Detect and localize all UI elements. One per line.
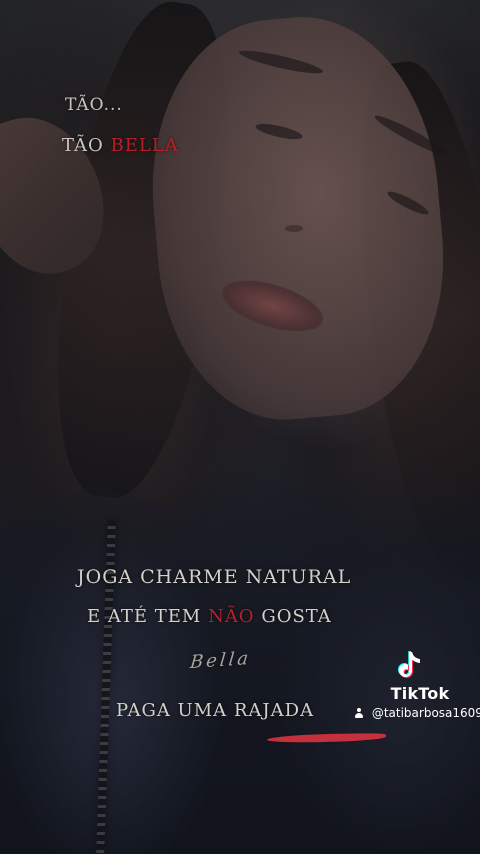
- top-caption-line-1: TÃO...: [65, 95, 123, 115]
- caption-line-2-accent: NÃO: [208, 606, 255, 627]
- story-text-layer: TÃO... TÃO BELLA JOGA CHARME NATURAL E A…: [0, 0, 480, 854]
- tiktok-brand-text: TikTok: [390, 684, 450, 703]
- caption-line-2-prefix: E ATÉ TEM: [87, 606, 202, 627]
- handwritten-caption: Bella: [188, 647, 253, 674]
- red-brush-underline: [266, 732, 387, 744]
- caption-line-2-suffix: GOSTA: [261, 606, 332, 627]
- top-caption-line-2: TÃO BELLA: [62, 135, 179, 156]
- tiktok-username-text: @tatibarbosa1609: [371, 706, 480, 720]
- tiktok-username: @tatibarbosa1609: [354, 706, 480, 720]
- person-icon: [354, 708, 364, 718]
- tiktok-icon: [398, 651, 420, 678]
- caption-line-1: JOGA CHARME NATURAL: [77, 566, 352, 588]
- story-screen: TÃO... TÃO BELLA JOGA CHARME NATURAL E A…: [0, 0, 480, 854]
- top-caption-accent: BELLA: [110, 135, 179, 156]
- caption-line-2: E ATÉ TEM NÃO GOSTA: [87, 606, 332, 627]
- caption-line-4: PAGA UMA RAJADA: [116, 700, 315, 721]
- top-caption-prefix: TÃO: [62, 135, 104, 156]
